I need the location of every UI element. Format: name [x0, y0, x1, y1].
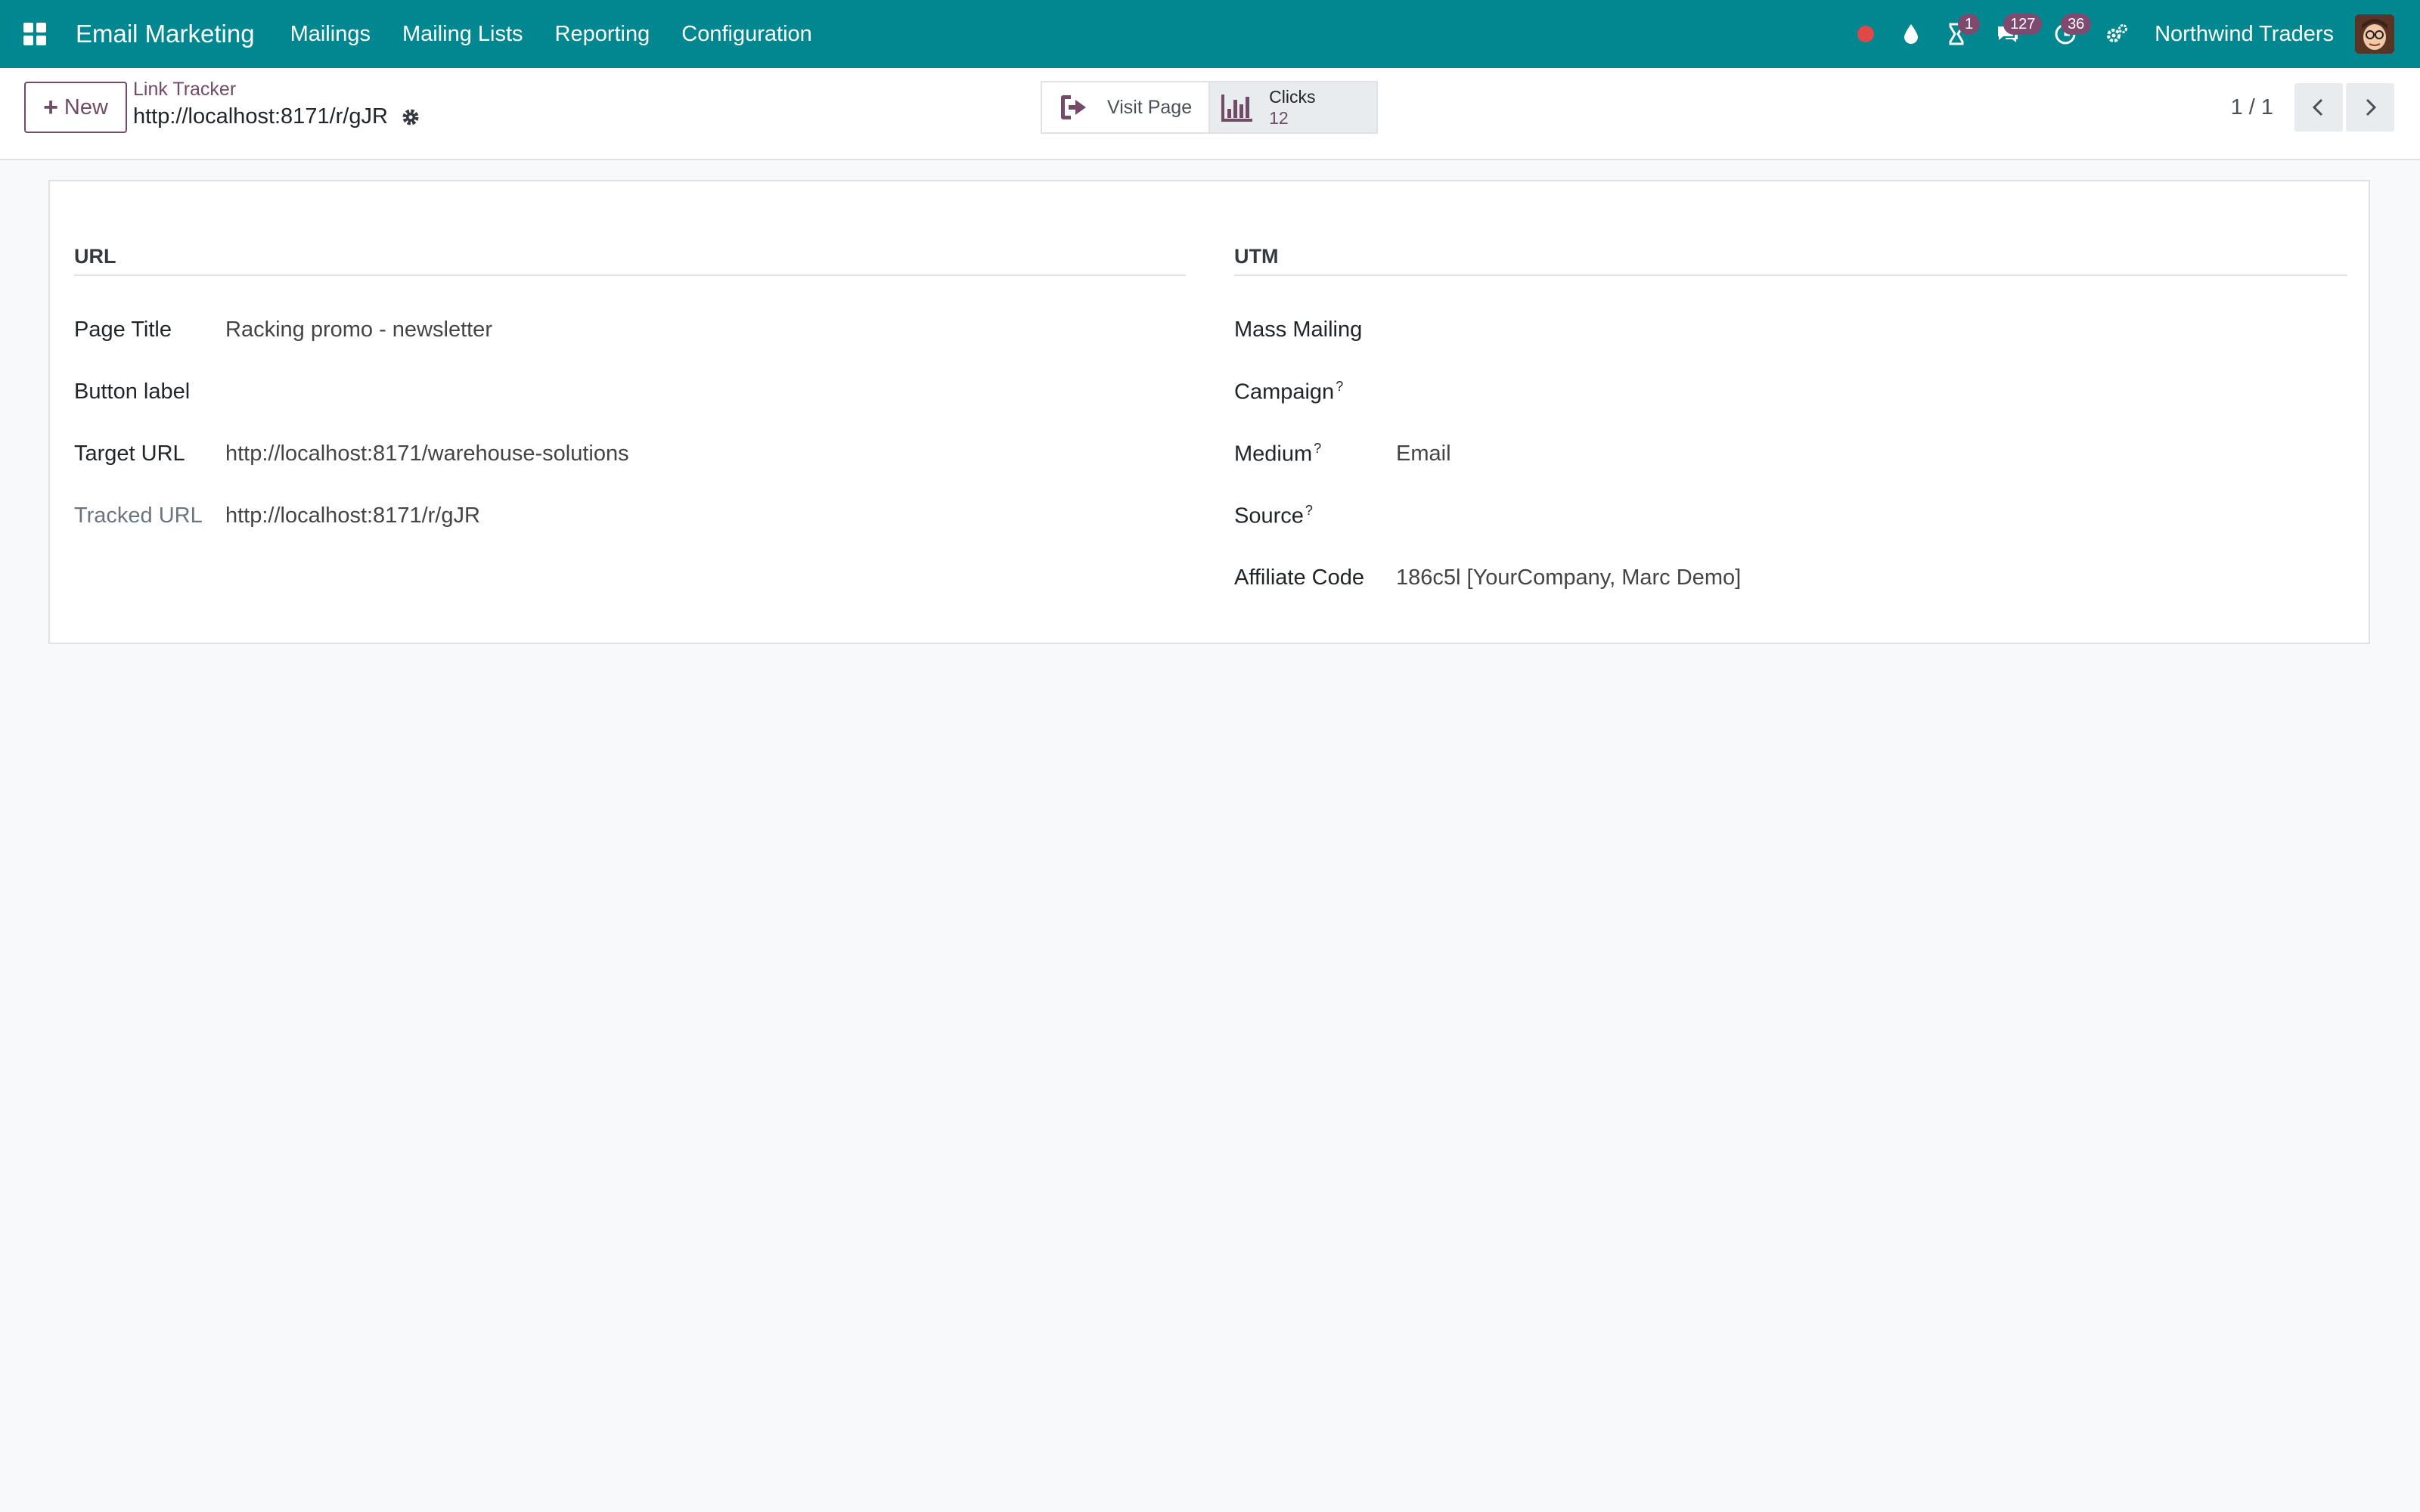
timers-badge: 36	[2061, 14, 2092, 35]
record-title: http://localhost:8171/r/gJR	[133, 104, 421, 129]
new-button[interactable]: + New	[24, 82, 127, 133]
sign-out-icon	[1061, 95, 1086, 119]
gear-icon[interactable]	[400, 107, 421, 128]
menu-mailing-lists[interactable]: Mailing Lists	[386, 0, 539, 68]
page-title-label: Page Title	[74, 317, 172, 342]
clicks-button[interactable]: Clicks 12	[1208, 82, 1377, 132]
breadcrumb-link-tracker[interactable]: Link Tracker	[133, 79, 236, 101]
medium-label: Medium?	[1234, 441, 1396, 467]
target-url-field[interactable]: http://localhost:8171/warehouse-solution…	[225, 442, 629, 466]
affiliate-code-label: Affiliate Code	[1234, 565, 1364, 590]
campaign-label-text: Campaign	[1234, 380, 1335, 404]
page-title-row: Page Title Racking promo - newsletter	[74, 299, 1186, 361]
record-title-text: http://localhost:8171/r/gJR	[133, 104, 388, 129]
chevron-left-icon	[2312, 98, 2323, 116]
systray: 1 127 36 Northwind Traders	[1843, 0, 2420, 68]
theme-toggle[interactable]	[1888, 0, 1934, 68]
clicks-stat: Clicks 12	[1269, 86, 1315, 129]
avatar-icon	[2355, 14, 2394, 54]
menu-configuration[interactable]: Configuration	[666, 0, 828, 68]
activity-badge: 1	[1958, 14, 1981, 35]
recording-indicator[interactable]	[1843, 0, 1888, 68]
campaign-help-tooltip[interactable]: ?	[1336, 379, 1343, 394]
affiliate-code-field[interactable]: 186c5l [YourCompany, Marc Demo]	[1396, 565, 1741, 590]
droplet-icon	[1904, 24, 1919, 44]
new-button-label: New	[64, 94, 108, 119]
menu-reporting[interactable]: Reporting	[539, 0, 666, 68]
utm-group: UTM Mass Mailing Campaign? Medium? Email…	[1234, 245, 2347, 609]
affiliate-code-row: Affiliate Code 186c5l [YourCompany, Marc…	[1234, 547, 2347, 609]
visit-page-button[interactable]: Visit Page	[1042, 82, 1209, 132]
pager: 1 / 1	[2231, 83, 2394, 132]
visit-page-label: Visit Page	[1107, 96, 1193, 118]
app-name[interactable]: Email Marketing	[76, 20, 255, 48]
source-label: Source?	[1234, 503, 1396, 529]
pager-value[interactable]: 1 / 1	[2231, 95, 2273, 120]
user-avatar[interactable]	[2355, 14, 2394, 54]
target-url-row: Target URL http://localhost:8171/warehou…	[74, 423, 1186, 485]
bar-chart-icon	[1221, 94, 1253, 122]
control-panel: + New Link Tracker http://localhost:8171…	[0, 68, 2420, 160]
form-sheet: URL Page Title Racking promo - newslette…	[48, 180, 2370, 644]
tracked-url-label: Tracked URL	[74, 503, 203, 528]
source-label-text: Source	[1234, 503, 1304, 528]
medium-label-text: Medium	[1234, 442, 1313, 466]
utm-group-title: UTM	[1234, 245, 2347, 276]
button-label-label: Button label	[74, 379, 191, 404]
chevron-right-icon	[2366, 98, 2377, 116]
menu-mailings[interactable]: Mailings	[275, 0, 386, 68]
grid-icon	[23, 23, 46, 45]
tracked-url-row: Tracked URL http://localhost:8171/r/gJR	[74, 485, 1186, 547]
gears-icon	[2107, 24, 2128, 42]
clicks-value: 12	[1269, 108, 1289, 128]
medium-row: Medium? Email	[1234, 423, 2347, 485]
target-url-label: Target URL	[74, 441, 185, 466]
button-label-row: Button label	[74, 361, 1186, 423]
tracked-url-value: http://localhost:8171/r/gJR	[225, 503, 480, 528]
messaging-menu[interactable]: 127	[1979, 0, 2043, 68]
url-group-title: URL	[74, 245, 1186, 276]
plus-icon: +	[43, 92, 58, 122]
mass-mailing-row: Mass Mailing	[1234, 299, 2347, 361]
pager-next-button[interactable]	[2346, 83, 2394, 132]
apps-menu-button[interactable]	[0, 0, 70, 68]
top-navbar: Email Marketing Mailings Mailing Lists R…	[0, 0, 2420, 68]
company-switcher[interactable]: Northwind Traders	[2155, 22, 2334, 47]
activity-menu[interactable]: 1	[1934, 0, 1981, 68]
source-row: Source?	[1234, 485, 2347, 547]
medium-field[interactable]: Email	[1396, 442, 1451, 466]
record-dot-icon	[1857, 26, 1875, 42]
campaign-label: Campaign?	[1234, 379, 1396, 405]
mass-mailing-label: Mass Mailing	[1234, 317, 1363, 342]
clicks-label: Clicks	[1269, 87, 1316, 107]
settings-menu[interactable]	[2094, 0, 2139, 68]
url-group: URL Page Title Racking promo - newslette…	[74, 245, 1186, 547]
medium-help-tooltip[interactable]: ?	[1314, 441, 1321, 456]
pager-previous-button[interactable]	[2294, 83, 2343, 132]
page-title-field[interactable]: Racking promo - newsletter	[225, 318, 492, 342]
timer-menu[interactable]: 36	[2037, 0, 2094, 68]
source-help-tooltip[interactable]: ?	[1305, 503, 1313, 518]
smart-buttons: Visit Page Clicks 12	[1041, 81, 1379, 134]
campaign-row: Campaign?	[1234, 361, 2347, 423]
